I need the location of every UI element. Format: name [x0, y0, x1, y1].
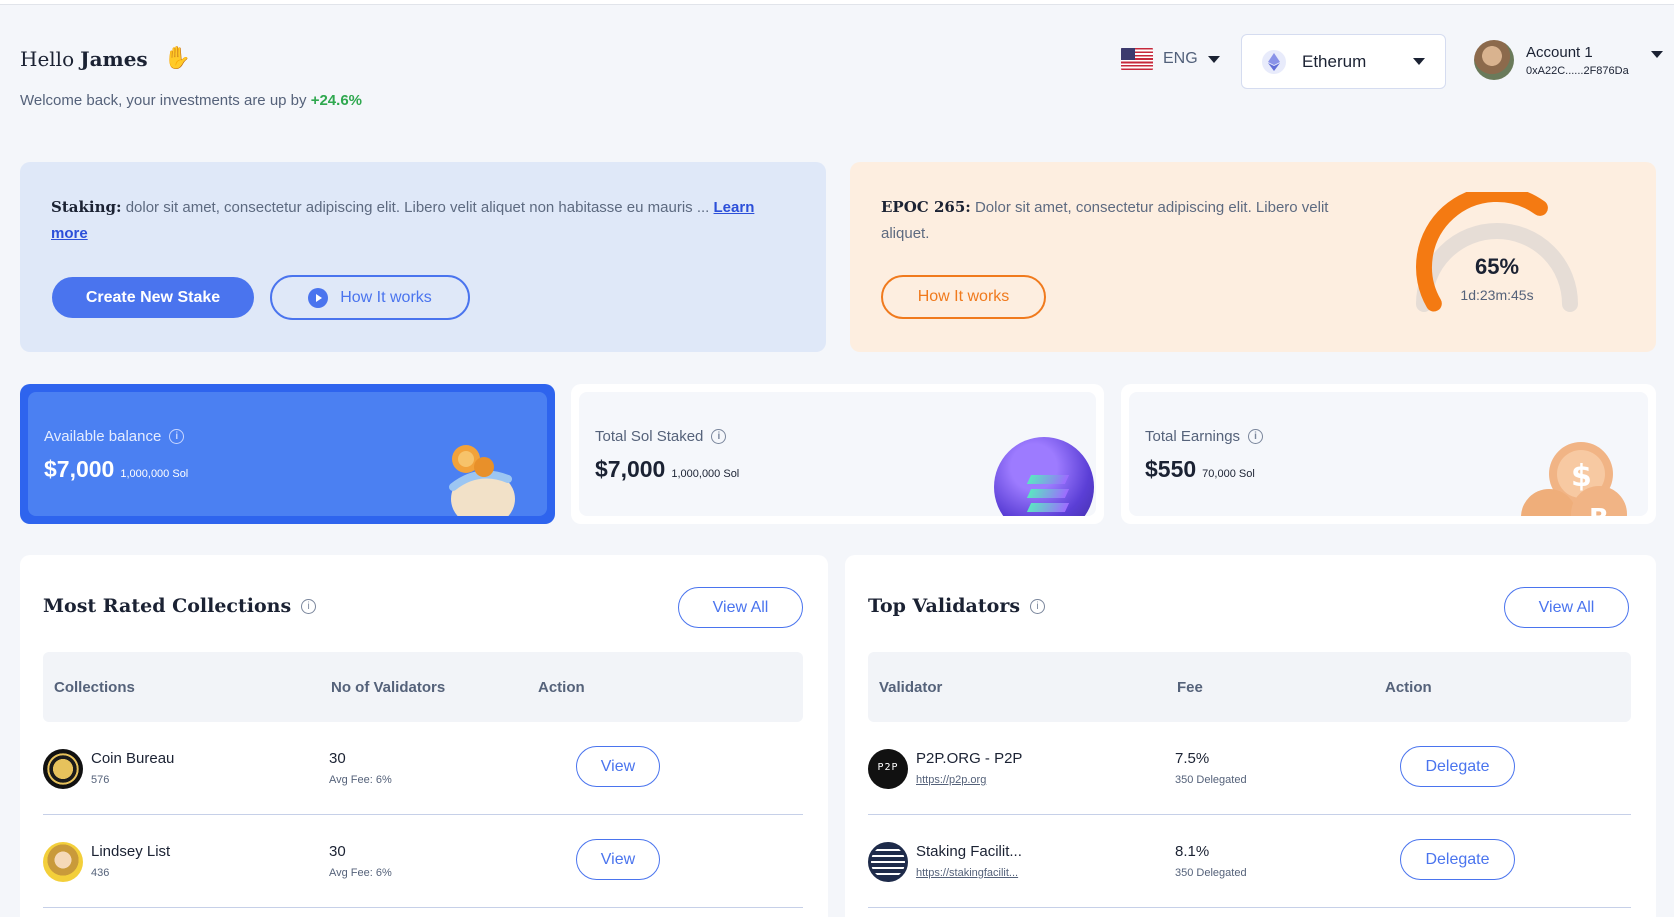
column-header: Collections: [54, 679, 135, 696]
stat-label: Total Sol Staked i: [595, 428, 727, 445]
most-rated-collections-panel: Most Rated Collections i View All Collec…: [20, 555, 828, 917]
staking-banner: Staking: dolor sit amet, consectetur adi…: [20, 162, 826, 352]
epoch-how-it-works-button[interactable]: How It works: [881, 275, 1046, 319]
table-row: Lindsey List 436 30 Avg Fee: 6% View: [43, 815, 803, 908]
welcome-message: Welcome back, your investments are up by…: [20, 92, 362, 109]
view-button[interactable]: View: [576, 839, 660, 880]
money-bag-icon: [449, 445, 515, 516]
collection-count: 436: [91, 867, 110, 879]
account-address: 0xA22C......2F876Da: [1526, 64, 1629, 77]
column-header: No of Validators: [331, 679, 446, 696]
avatar: [1474, 40, 1514, 80]
epoch-title: EPOC 265:: [881, 198, 971, 216]
view-all-validators-button[interactable]: View All: [1504, 587, 1629, 628]
greeting: Hello James ✋: [20, 46, 191, 71]
validator-fee: 8.1%: [1175, 843, 1210, 860]
stat-value: $550 70,000 Sol: [1145, 456, 1255, 482]
epoch-banner: EPOC 265: Dolor sit amet, consectetur ad…: [850, 162, 1656, 352]
info-icon[interactable]: i: [301, 598, 317, 614]
stat-label: Available balance i: [44, 428, 185, 445]
collection-count: 576: [91, 774, 110, 786]
staking-title: Staking:: [51, 198, 122, 216]
stat-label: Total Earnings i: [1145, 428, 1264, 445]
table-row: Staking Facilit... https://stakingfacili…: [868, 815, 1631, 908]
greeting-name: James: [80, 46, 148, 71]
table-header: Validator Fee Action: [868, 652, 1631, 722]
delegate-button[interactable]: Delegate: [1400, 839, 1515, 880]
collection-name: Lindsey List: [91, 843, 171, 860]
welcome-text: Welcome back, your investments are up by: [20, 92, 307, 109]
language-label: ENG: [1163, 50, 1198, 67]
epoch-progress-gauge: 65% 1d:23m:45s: [1412, 186, 1582, 322]
investment-change: +24.6%: [310, 92, 362, 109]
chevron-down-icon: [1413, 58, 1425, 65]
delegate-button[interactable]: Delegate: [1400, 746, 1515, 787]
panel-title: Most Rated Collections i: [43, 595, 317, 617]
coin-bureau-logo-icon: [43, 749, 83, 789]
total-earnings-card: Total Earnings i $550 70,000 Sol $ B: [1121, 384, 1656, 524]
avg-fee: Avg Fee: 6%: [329, 774, 392, 786]
svg-text:B: B: [1589, 504, 1609, 516]
column-header: Fee: [1177, 679, 1203, 696]
create-new-stake-button[interactable]: Create New Stake: [52, 277, 254, 318]
validator-name: P2P.ORG - P2P: [916, 750, 1023, 767]
greeting-hello: Hello: [20, 46, 75, 71]
wave-hand-icon: ✋: [163, 46, 192, 71]
gauge-time-left: 1d:23m:45s: [1460, 287, 1534, 303]
stat-value: $7,000 1,000,000 Sol: [595, 456, 740, 482]
collection-name: Coin Bureau: [91, 750, 175, 767]
us-flag-icon: [1121, 48, 1153, 70]
top-validators-panel: Top Validators i View All Validator Fee …: [845, 555, 1656, 917]
chevron-down-icon: [1207, 55, 1220, 63]
top-border: [0, 0, 1674, 5]
lindsey-avatar: [43, 842, 83, 882]
total-sol-staked-card: Total Sol Staked i $7,000 1,000,000 Sol: [571, 384, 1104, 524]
stat-value: $7,000 1,000,000 Sol: [44, 456, 189, 482]
validator-count: 30: [329, 843, 346, 860]
view-all-collections-button[interactable]: View All: [678, 587, 803, 628]
delegated-count: 350 Delegated: [1175, 867, 1247, 879]
account-selector[interactable]: Account 1 0xA22C......2F876Da: [1474, 40, 1663, 80]
gauge-percent: 65%: [1474, 254, 1520, 279]
info-icon[interactable]: i: [1248, 429, 1264, 444]
staking-facilities-logo-icon: [868, 842, 908, 882]
delegated-count: 350 Delegated: [1175, 774, 1247, 786]
column-header: Action: [538, 679, 585, 696]
available-balance-card: Available balance i $7,000 1,000,000 Sol: [20, 384, 555, 524]
panel-title: Top Validators i: [868, 595, 1046, 617]
table-row: P2P.ORG - P2P https://p2p.org 7.5% 350 D…: [868, 722, 1631, 815]
validator-link[interactable]: https://p2p.org: [916, 774, 986, 786]
column-header: Validator: [879, 679, 943, 696]
validator-link[interactable]: https://stakingfacilit...: [916, 867, 1018, 879]
language-selector[interactable]: ENG: [1121, 48, 1220, 70]
account-name: Account 1: [1526, 43, 1593, 61]
p2p-logo-icon: [868, 749, 908, 789]
table-header: Collections No of Validators Action: [43, 652, 803, 722]
network-selector[interactable]: Etherum: [1241, 34, 1446, 89]
info-icon[interactable]: i: [1030, 598, 1046, 614]
how-it-works-label: How It works: [340, 288, 432, 306]
network-label: Etherum: [1302, 51, 1367, 71]
view-button[interactable]: View: [576, 746, 660, 787]
validator-name: Staking Facilit...: [916, 843, 1022, 860]
validator-count: 30: [329, 750, 346, 767]
epoch-banner-text: EPOC 265: Dolor sit amet, consectetur ad…: [881, 194, 1351, 247]
play-icon: [308, 287, 329, 308]
coins-icon: $ B: [1521, 442, 1627, 516]
column-header: Action: [1385, 679, 1432, 696]
staking-banner-text: Staking: dolor sit amet, consectetur adi…: [51, 194, 781, 247]
chevron-down-icon: [1650, 50, 1663, 58]
info-icon[interactable]: i: [169, 429, 185, 444]
solana-coin-icon: [994, 437, 1094, 516]
ethereum-icon: [1262, 49, 1286, 74]
table-row: Coin Bureau 576 30 Avg Fee: 6% View: [43, 722, 803, 815]
info-icon[interactable]: i: [711, 429, 727, 444]
staking-description: dolor sit amet, consectetur adipiscing e…: [125, 199, 710, 216]
how-it-works-button[interactable]: How It works: [270, 275, 470, 320]
avg-fee: Avg Fee: 6%: [329, 867, 392, 879]
validator-fee: 7.5%: [1175, 750, 1210, 767]
